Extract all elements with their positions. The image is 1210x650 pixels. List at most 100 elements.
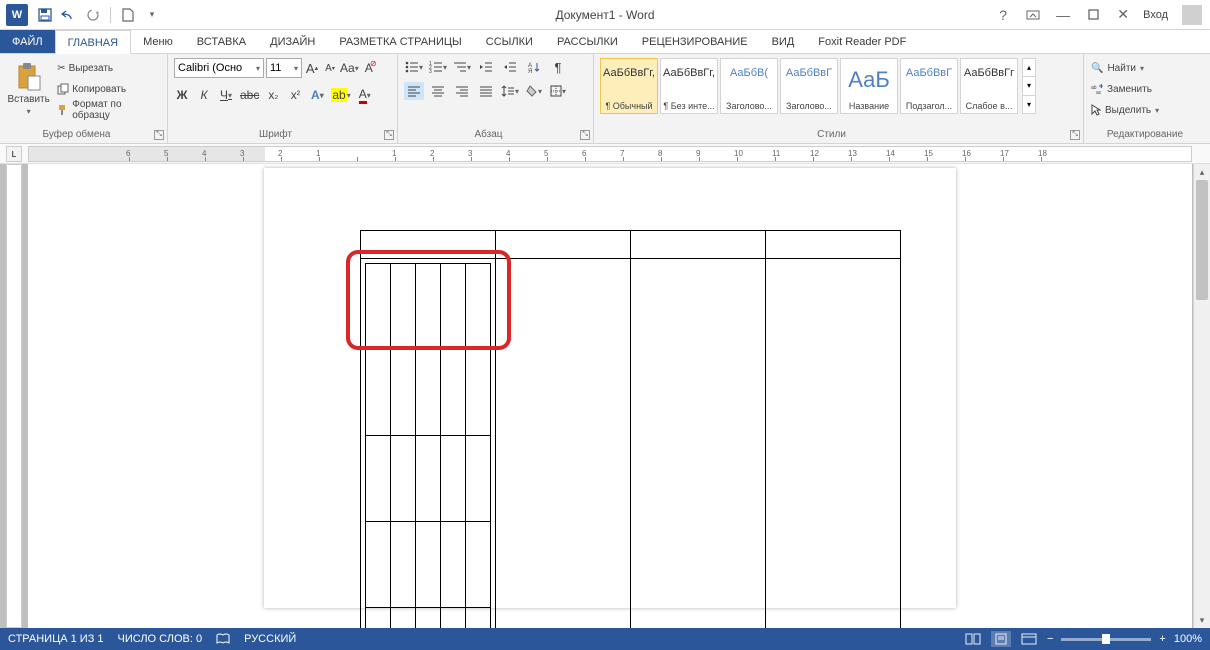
zoom-out-button[interactable]: − <box>1047 633 1053 645</box>
window-title: Документ1 - Word <box>555 8 654 22</box>
zoom-slider[interactable] <box>1061 638 1151 641</box>
sign-in-link[interactable]: Вход <box>1143 9 1168 21</box>
find-button[interactable]: 🔍Найти▾ <box>1090 58 1204 78</box>
sort-button[interactable]: AЯ <box>524 58 544 76</box>
copy-button[interactable]: Копировать <box>55 79 161 99</box>
svg-text:3: 3 <box>429 69 432 73</box>
scroll-up-icon[interactable]: ▴ <box>1194 164 1210 180</box>
font-color-button[interactable]: A▾ <box>357 86 373 104</box>
font-size-select[interactable]: 11▾ <box>266 58 302 78</box>
style-item[interactable]: АаБбВ(Заголово... <box>720 58 778 114</box>
tab-view[interactable]: ВИД <box>760 30 807 53</box>
group-label: Буфер обмена <box>0 129 153 141</box>
subscript-button[interactable]: x₂ <box>265 86 281 104</box>
show-marks-button[interactable]: ¶ <box>548 58 568 76</box>
undo-icon[interactable] <box>60 6 78 24</box>
format-painter-button[interactable]: Формат по образцу <box>55 100 161 120</box>
style-item[interactable]: АаБбВвГЗаголово... <box>780 58 838 114</box>
text-effects-button[interactable]: A▾ <box>309 86 325 104</box>
clear-formatting-button[interactable]: A⊘ <box>361 59 377 77</box>
scroll-thumb[interactable] <box>1196 180 1208 300</box>
change-case-button[interactable]: Aa▾ <box>340 59 359 77</box>
align-left-button[interactable] <box>404 82 424 100</box>
style-item[interactable]: АаБбВвГгСлабое в... <box>960 58 1018 114</box>
style-item[interactable]: АаБНазвание <box>840 58 898 114</box>
zoom-level[interactable]: 100% <box>1174 633 1202 645</box>
print-layout-icon[interactable] <box>991 631 1011 647</box>
read-mode-icon[interactable] <box>963 631 983 647</box>
document-page[interactable] <box>264 168 956 608</box>
numbering-button[interactable]: 123▾ <box>428 58 448 76</box>
save-icon[interactable] <box>36 6 54 24</box>
scroll-down-icon[interactable]: ▾ <box>1194 612 1210 628</box>
status-word-count[interactable]: ЧИСЛО СЛОВ: 0 <box>118 633 203 645</box>
tab-review[interactable]: РЕЦЕНЗИРОВАНИЕ <box>630 30 760 53</box>
tab-design[interactable]: ДИЗАЙН <box>258 30 327 53</box>
select-button[interactable]: Выделить▾ <box>1090 100 1204 120</box>
dialog-launcher-icon[interactable]: ⤡ <box>1070 130 1080 140</box>
minimize-icon[interactable]: — <box>1053 5 1073 25</box>
italic-button[interactable]: К <box>196 86 212 104</box>
replace-button[interactable]: abacЗаменить <box>1090 79 1204 99</box>
bullets-button[interactable]: ▾ <box>404 58 424 76</box>
highlight-button[interactable]: ab▾ <box>331 86 350 104</box>
tab-page-layout[interactable]: РАЗМЕТКА СТРАНИЦЫ <box>327 30 473 53</box>
align-right-button[interactable] <box>452 82 472 100</box>
gallery-more-icon[interactable]: ▾ <box>1023 96 1035 113</box>
multilevel-list-button[interactable]: ▾ <box>452 58 472 76</box>
grow-font-button[interactable]: A▴ <box>304 59 320 77</box>
tab-file[interactable]: ФАЙЛ <box>0 30 55 53</box>
help-icon[interactable]: ? <box>993 5 1013 25</box>
dialog-launcher-icon[interactable]: ⤡ <box>580 130 590 140</box>
bold-button[interactable]: Ж <box>174 86 190 104</box>
shrink-font-button[interactable]: A▾ <box>322 59 338 77</box>
status-spellcheck[interactable] <box>216 633 230 645</box>
status-page[interactable]: СТРАНИЦА 1 ИЗ 1 <box>8 633 104 645</box>
style-preview: АаБ <box>848 67 890 93</box>
line-spacing-button[interactable]: ▾ <box>500 82 520 100</box>
new-doc-icon[interactable] <box>119 6 137 24</box>
cut-button[interactable]: ✂Вырезать <box>55 58 161 78</box>
maximize-icon[interactable] <box>1083 5 1103 25</box>
decrease-indent-button[interactable] <box>476 58 496 76</box>
style-item[interactable]: АаБбВвГг,¶ Без инте... <box>660 58 718 114</box>
underline-button[interactable]: Ч▾ <box>218 86 234 104</box>
style-label: Подзагол... <box>903 101 955 111</box>
web-layout-icon[interactable] <box>1019 631 1039 647</box>
style-item[interactable]: АаБбВвГг,¶ Обычный <box>600 58 658 114</box>
qat-customize-icon[interactable]: ▾ <box>143 6 161 24</box>
justify-button[interactable] <box>476 82 496 100</box>
vertical-scrollbar[interactable]: ▴ ▾ <box>1193 164 1210 628</box>
gallery-down-icon[interactable]: ▾ <box>1023 77 1035 95</box>
strikethrough-button[interactable]: abc <box>240 86 259 104</box>
shading-button[interactable]: ▾ <box>524 82 544 100</box>
dialog-launcher-icon[interactable]: ⤡ <box>384 130 394 140</box>
group-label: Редактирование <box>1084 129 1206 141</box>
increase-indent-button[interactable] <box>500 58 520 76</box>
tab-menu[interactable]: Меню <box>131 30 185 53</box>
vertical-ruler[interactable] <box>6 164 22 628</box>
borders-button[interactable]: ▾ <box>548 82 568 100</box>
zoom-in-button[interactable]: + <box>1159 633 1165 645</box>
dialog-launcher-icon[interactable]: ⤡ <box>154 130 164 140</box>
font-name-select[interactable]: Calibri (Осно▾ <box>174 58 264 78</box>
status-language[interactable]: РУССКИЙ <box>244 633 296 645</box>
word-app-icon: W <box>6 4 28 26</box>
superscript-button[interactable]: x² <box>287 86 303 104</box>
tab-mailings[interactable]: РАССЫЛКИ <box>545 30 630 53</box>
horizontal-ruler[interactable]: 654321123456789101112131415161718 <box>28 146 1192 162</box>
tab-foxit[interactable]: Foxit Reader PDF <box>806 30 918 53</box>
zoom-knob[interactable] <box>1102 634 1110 644</box>
close-icon[interactable]: ✕ <box>1113 5 1133 25</box>
tab-insert[interactable]: ВСТАВКА <box>185 30 258 53</box>
style-item[interactable]: АаБбВвГПодзагол... <box>900 58 958 114</box>
redo-icon[interactable] <box>84 6 102 24</box>
tab-home[interactable]: ГЛАВНАЯ <box>55 30 131 54</box>
tab-references[interactable]: ССЫЛКИ <box>474 30 545 53</box>
align-center-button[interactable] <box>428 82 448 100</box>
paste-button[interactable]: Вставить ▾ <box>6 58 51 120</box>
ribbon-display-icon[interactable] <box>1023 5 1043 25</box>
avatar[interactable] <box>1182 5 1202 25</box>
gallery-up-icon[interactable]: ▴ <box>1023 59 1035 77</box>
tab-selector[interactable]: L <box>6 146 22 162</box>
